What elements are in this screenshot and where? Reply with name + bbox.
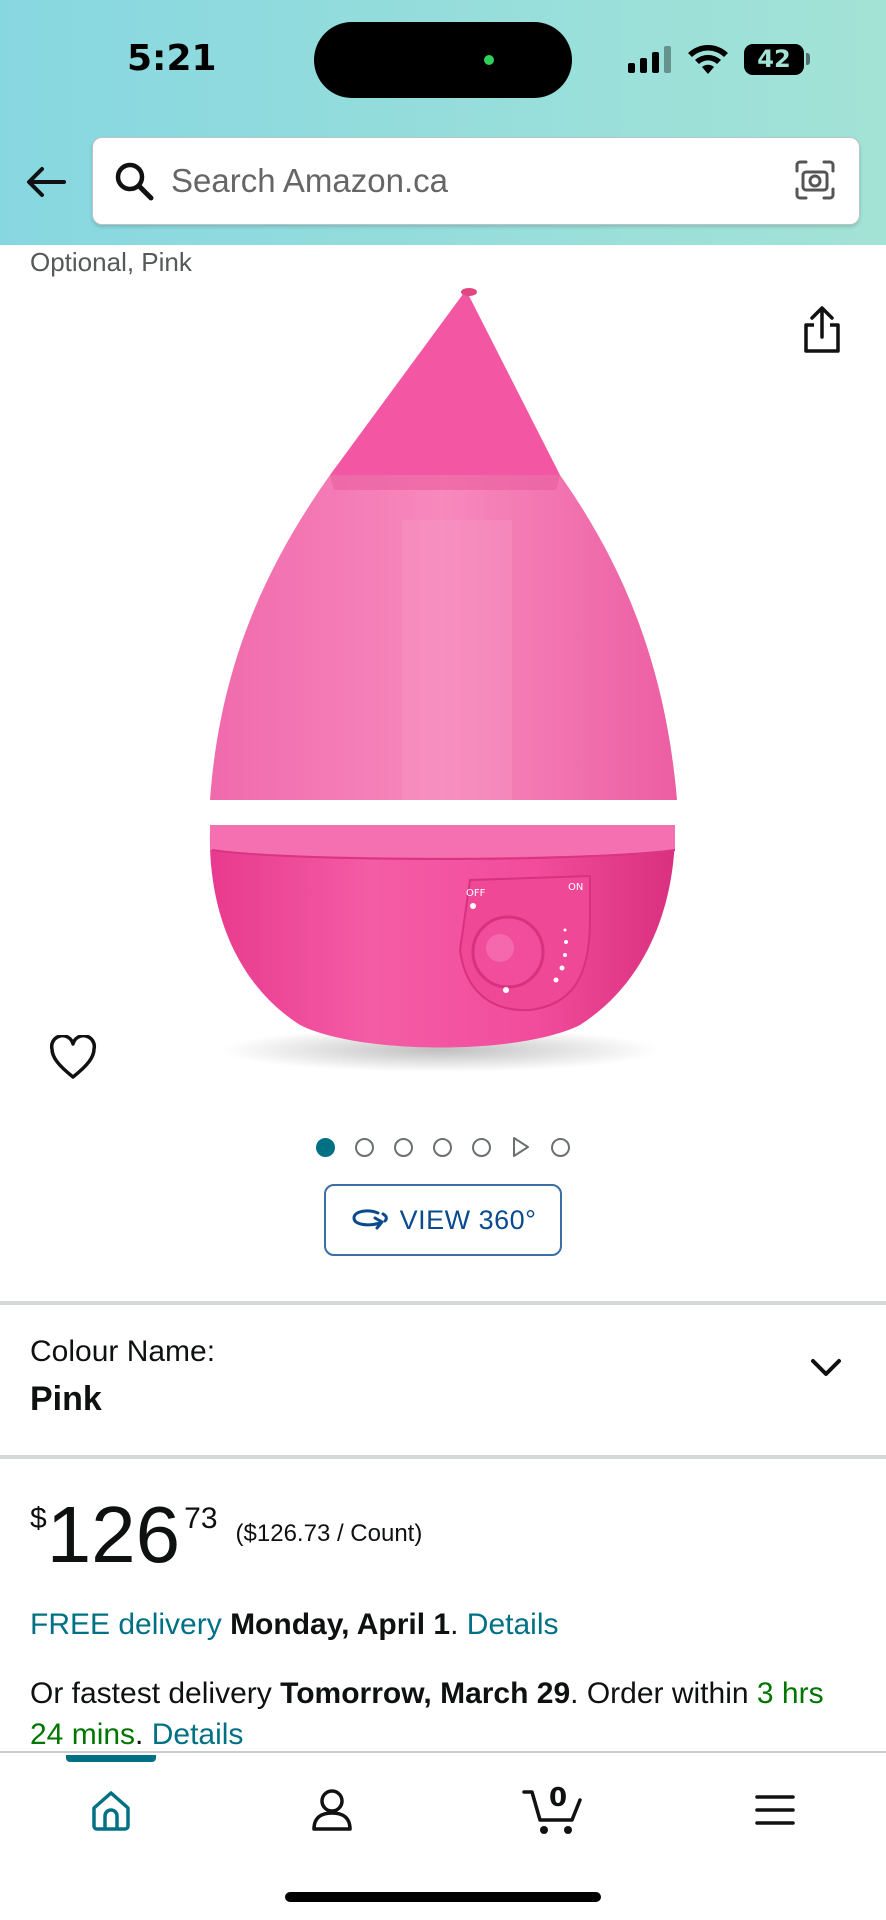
battery-cap — [806, 53, 810, 65]
nav-cart[interactable]: 0 — [514, 1775, 594, 1845]
price-whole: 126 — [46, 1490, 181, 1579]
fast-delivery-middle: . Order within — [570, 1677, 749, 1710]
active-tab-indicator — [66, 1755, 156, 1762]
fast-delivery-date: Tomorrow, March 29 — [280, 1677, 571, 1710]
status-time: 5:21 — [127, 38, 217, 79]
carousel-dot-1[interactable] — [316, 1137, 335, 1157]
price: $ 126 73 ($126.73 / Count) — [30, 1490, 422, 1580]
dial-off-label: OFF — [466, 888, 486, 899]
variant-note: Optional, Pink — [30, 247, 192, 277]
nav-menu[interactable] — [735, 1775, 815, 1845]
carousel-dot-4[interactable] — [433, 1137, 452, 1157]
carousel-dot-3[interactable] — [394, 1137, 413, 1157]
back-arrow-icon[interactable] — [24, 160, 68, 204]
section-divider — [0, 1301, 886, 1305]
view-360-label: VIEW 360° — [399, 1204, 537, 1235]
free-delivery-line: FREE delivery Monday, April 1. Details — [30, 1608, 558, 1642]
carousel-dot-5[interactable] — [472, 1137, 491, 1157]
brand-logo: Crane — [495, 797, 575, 826]
free-delivery-date: Monday, April 1 — [230, 1608, 451, 1641]
search-icon — [115, 162, 154, 201]
price-fraction: 73 — [184, 1502, 218, 1535]
share-icon[interactable] — [800, 305, 844, 355]
free-delivery-details-link[interactable]: Details — [467, 1608, 559, 1641]
fast-delivery-sep: . — [135, 1718, 144, 1751]
colour-label: Colour Name: — [30, 1335, 216, 1368]
carousel-dot-2[interactable] — [355, 1137, 374, 1157]
nav-home[interactable] — [71, 1775, 151, 1845]
rotate-360-icon — [352, 1209, 388, 1230]
cart-count: 0 — [548, 1783, 568, 1813]
fast-delivery-prefix: Or fastest delivery — [30, 1677, 272, 1710]
carousel-video-play-icon[interactable] — [511, 1136, 531, 1158]
camera-search-icon[interactable] — [793, 158, 837, 202]
view-360-button[interactable]: VIEW 360° — [324, 1184, 562, 1256]
search-input[interactable] — [171, 156, 751, 206]
camera-indicator-dot — [484, 55, 494, 65]
free-delivery-text: FREE delivery — [30, 1608, 222, 1641]
colour-value: Pink — [30, 1380, 102, 1418]
unit-price: ($126.73 / Count) — [235, 1520, 423, 1547]
price-currency: $ — [30, 1502, 47, 1535]
dial-on-label: ON — [568, 882, 583, 893]
hamburger-menu-icon — [755, 1795, 795, 1825]
search-bar[interactable] — [92, 137, 860, 225]
person-icon — [312, 1789, 352, 1831]
carousel-dot-7[interactable] — [551, 1137, 570, 1157]
home-indicator — [285, 1892, 601, 1902]
wifi-icon — [688, 45, 728, 74]
image-carousel-dots — [316, 1136, 590, 1158]
nav-account[interactable] — [292, 1775, 372, 1845]
fast-delivery-details-link[interactable]: Details — [152, 1718, 244, 1751]
battery-level: 42 — [757, 45, 791, 73]
heart-icon[interactable] — [48, 1035, 98, 1081]
section-divider — [0, 1455, 886, 1459]
home-icon — [92, 1791, 130, 1831]
free-delivery-sep: . — [450, 1608, 459, 1641]
fastest-delivery-line: Or fastest delivery Tomorrow, March 29. … — [30, 1673, 860, 1755]
product-image[interactable]: Crane OFF ON — [190, 280, 690, 1080]
cellular-signal-icon — [628, 46, 671, 73]
battery-icon: 42 — [744, 44, 804, 75]
chevron-down-icon[interactable] — [808, 1355, 844, 1379]
app-header: 5:21 42 — [0, 0, 886, 245]
dynamic-island — [314, 22, 572, 98]
